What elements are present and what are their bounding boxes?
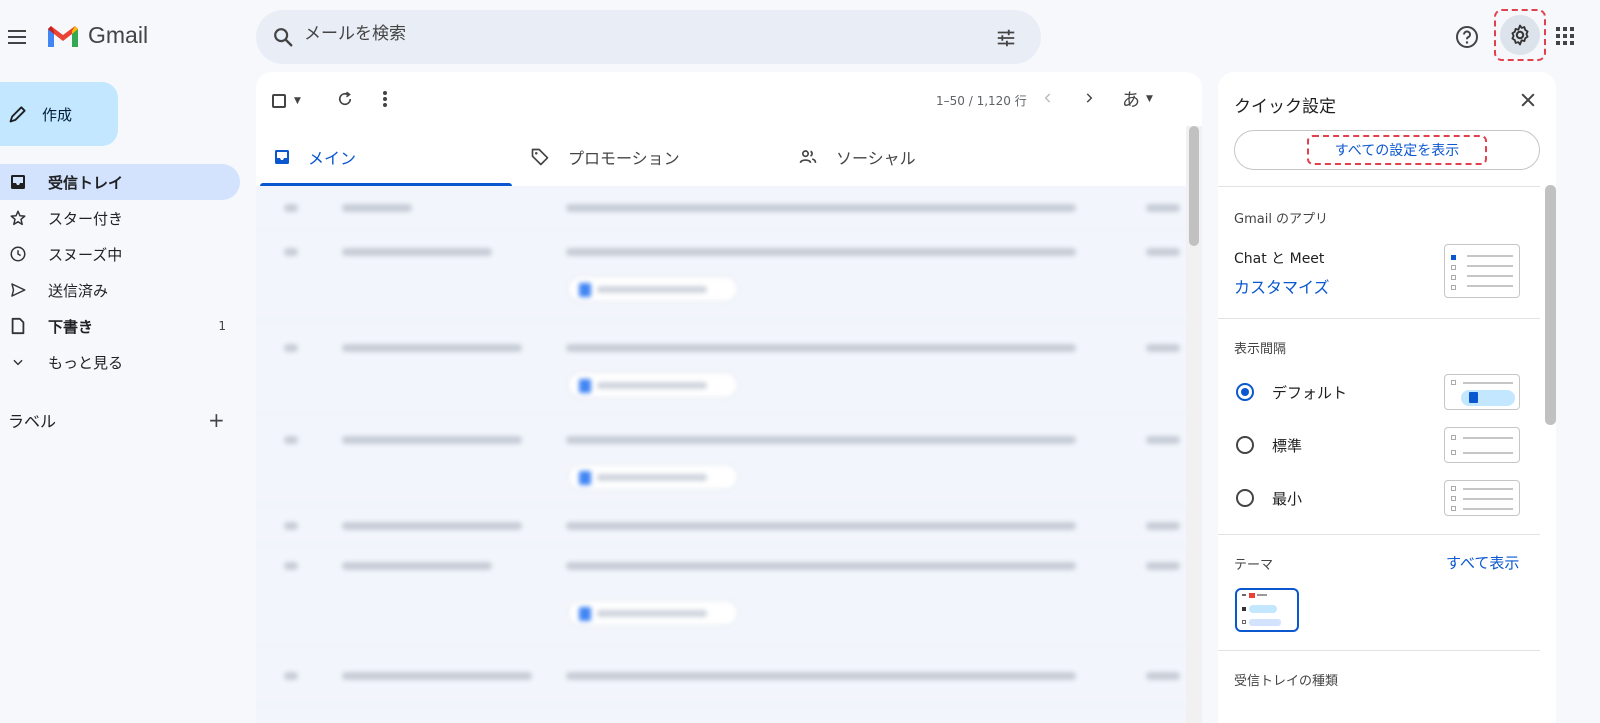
search-input[interactable] (304, 24, 904, 44)
more-vert-icon[interactable] (382, 90, 388, 108)
chat-meet-label: Chat と Meet (1234, 251, 1325, 267)
tab-label: プロモーション (568, 149, 680, 168)
density-standard-label: 標準 (1272, 437, 1303, 455)
inbox-icon (275, 150, 289, 164)
chevron-right-icon[interactable] (1082, 90, 1096, 106)
sidebar-item-label: もっと見る (48, 353, 124, 372)
gmail-m-icon (48, 25, 78, 47)
main-menu-button[interactable] (4, 20, 32, 54)
menu-icon (8, 30, 26, 32)
apps-preview-image (1444, 244, 1520, 298)
mail-panel: ▼ 1–50 / 1,120 行 あ ▼ メイン プロモーション ソーシャル (256, 72, 1202, 723)
all-settings-button[interactable]: すべての設定を表示 (1234, 130, 1540, 170)
input-tools-dropdown-icon[interactable]: ▼ (1146, 94, 1153, 104)
density-default-preview (1444, 374, 1520, 410)
add-label-button[interactable]: + (208, 408, 225, 432)
density-compact-label: 最小 (1272, 490, 1303, 508)
search-options-icon[interactable] (995, 27, 1017, 49)
scrollbar-thumb[interactable] (1189, 126, 1199, 246)
inbox-type-section-label: 受信トレイの種類 (1234, 674, 1339, 689)
chevron-down-icon (13, 359, 23, 366)
drafts-count: 1 (218, 319, 226, 333)
list-item[interactable] (256, 414, 1186, 506)
select-all-checkbox[interactable] (272, 94, 286, 108)
tag-icon (531, 148, 549, 166)
send-icon (11, 283, 26, 297)
sidebar-item-snoozed[interactable]: スヌーズ中 (0, 236, 240, 272)
quick-settings-title: クイック設定 (1234, 97, 1336, 117)
tab-label: メイン (308, 149, 357, 168)
theme-section-label: テーマ (1234, 558, 1274, 573)
density-section-label: 表示間隔 (1234, 342, 1287, 357)
apps-grid-icon[interactable] (1556, 27, 1574, 45)
apps-section-label: Gmail のアプリ (1234, 212, 1329, 227)
customize-link[interactable]: カスタマイズ (1234, 274, 1330, 298)
density-default-radio[interactable] (1236, 383, 1254, 401)
refresh-icon[interactable] (336, 90, 354, 108)
labels-heading: ラベル (8, 412, 57, 431)
list-item[interactable] (256, 546, 1186, 646)
list-item[interactable] (256, 322, 1186, 414)
search-icon[interactable] (272, 26, 294, 48)
tab-main[interactable]: メイン (256, 128, 512, 186)
compose-button[interactable]: 作成 (0, 82, 118, 146)
density-standard-radio[interactable] (1236, 436, 1254, 454)
sidebar-item-label: 送信済み (48, 281, 109, 300)
list-item[interactable] (256, 186, 1186, 230)
chevron-left-icon[interactable] (1041, 90, 1055, 106)
sidebar-item-drafts[interactable]: 下書き 1 (0, 308, 240, 344)
density-standard-preview (1444, 427, 1520, 463)
app-name: Gmail (88, 22, 149, 48)
sidebar-item-label: 下書き (48, 317, 94, 336)
tab-social[interactable]: ソーシャル (780, 128, 1080, 186)
mail-scrollbar[interactable] (1186, 126, 1202, 723)
inbox-icon (11, 175, 25, 189)
category-tabs: メイン プロモーション ソーシャル (256, 128, 1186, 186)
people-icon (799, 150, 817, 164)
star-icon (10, 210, 26, 226)
draft-icon (11, 317, 25, 335)
gmail-logo[interactable]: Gmail (46, 22, 148, 49)
sidebar-nav: 受信トレイ スター付き スヌーズ中 送信済み 下書き 1 もっと見る (0, 164, 240, 380)
quick-settings-panel: クイック設定 すべての設定を表示 Gmail のアプリ Chat と Meet … (1218, 72, 1556, 723)
sidebar-item-more[interactable]: もっと見る (0, 344, 240, 380)
sidebar-item-starred[interactable]: スター付き (0, 200, 240, 236)
list-item[interactable] (256, 506, 1186, 546)
sidebar-item-inbox[interactable]: 受信トレイ (0, 164, 240, 200)
sidebar-item-label: 受信トレイ (48, 173, 124, 192)
gear-icon (1511, 24, 1529, 46)
compose-label: 作成 (42, 105, 73, 124)
sidebar-item-label: スヌーズ中 (48, 245, 123, 264)
close-icon[interactable] (1518, 90, 1538, 110)
settings-button[interactable] (1494, 9, 1546, 61)
clock-icon (10, 246, 26, 262)
density-compact-radio[interactable] (1236, 489, 1254, 507)
theme-view-all-link[interactable]: すべて表示 (1446, 552, 1519, 573)
density-compact-preview (1444, 480, 1520, 516)
density-default-label: デフォルト (1272, 384, 1348, 402)
search-bar[interactable] (256, 10, 1041, 64)
pagination-text: 1–50 / 1,120 行 (936, 94, 1027, 108)
input-tools-button[interactable]: あ (1122, 86, 1140, 112)
mail-toolbar: ▼ 1–50 / 1,120 行 あ ▼ (256, 72, 1202, 126)
sidebar-item-sent[interactable]: 送信済み (0, 272, 240, 308)
list-item[interactable] (256, 646, 1186, 706)
quick-settings-scrollbar[interactable] (1545, 185, 1556, 425)
select-dropdown-icon[interactable]: ▼ (294, 96, 301, 106)
help-icon[interactable] (1455, 25, 1479, 49)
list-item[interactable] (256, 230, 1186, 322)
all-settings-label: すべての設定を表示 (1307, 135, 1487, 165)
tab-label: ソーシャル (836, 149, 916, 168)
message-list (256, 186, 1186, 723)
tab-promotions[interactable]: プロモーション (512, 128, 780, 186)
pencil-icon (9, 106, 26, 123)
sidebar-item-label: スター付き (48, 209, 124, 228)
theme-default-thumbnail[interactable] (1235, 588, 1299, 632)
